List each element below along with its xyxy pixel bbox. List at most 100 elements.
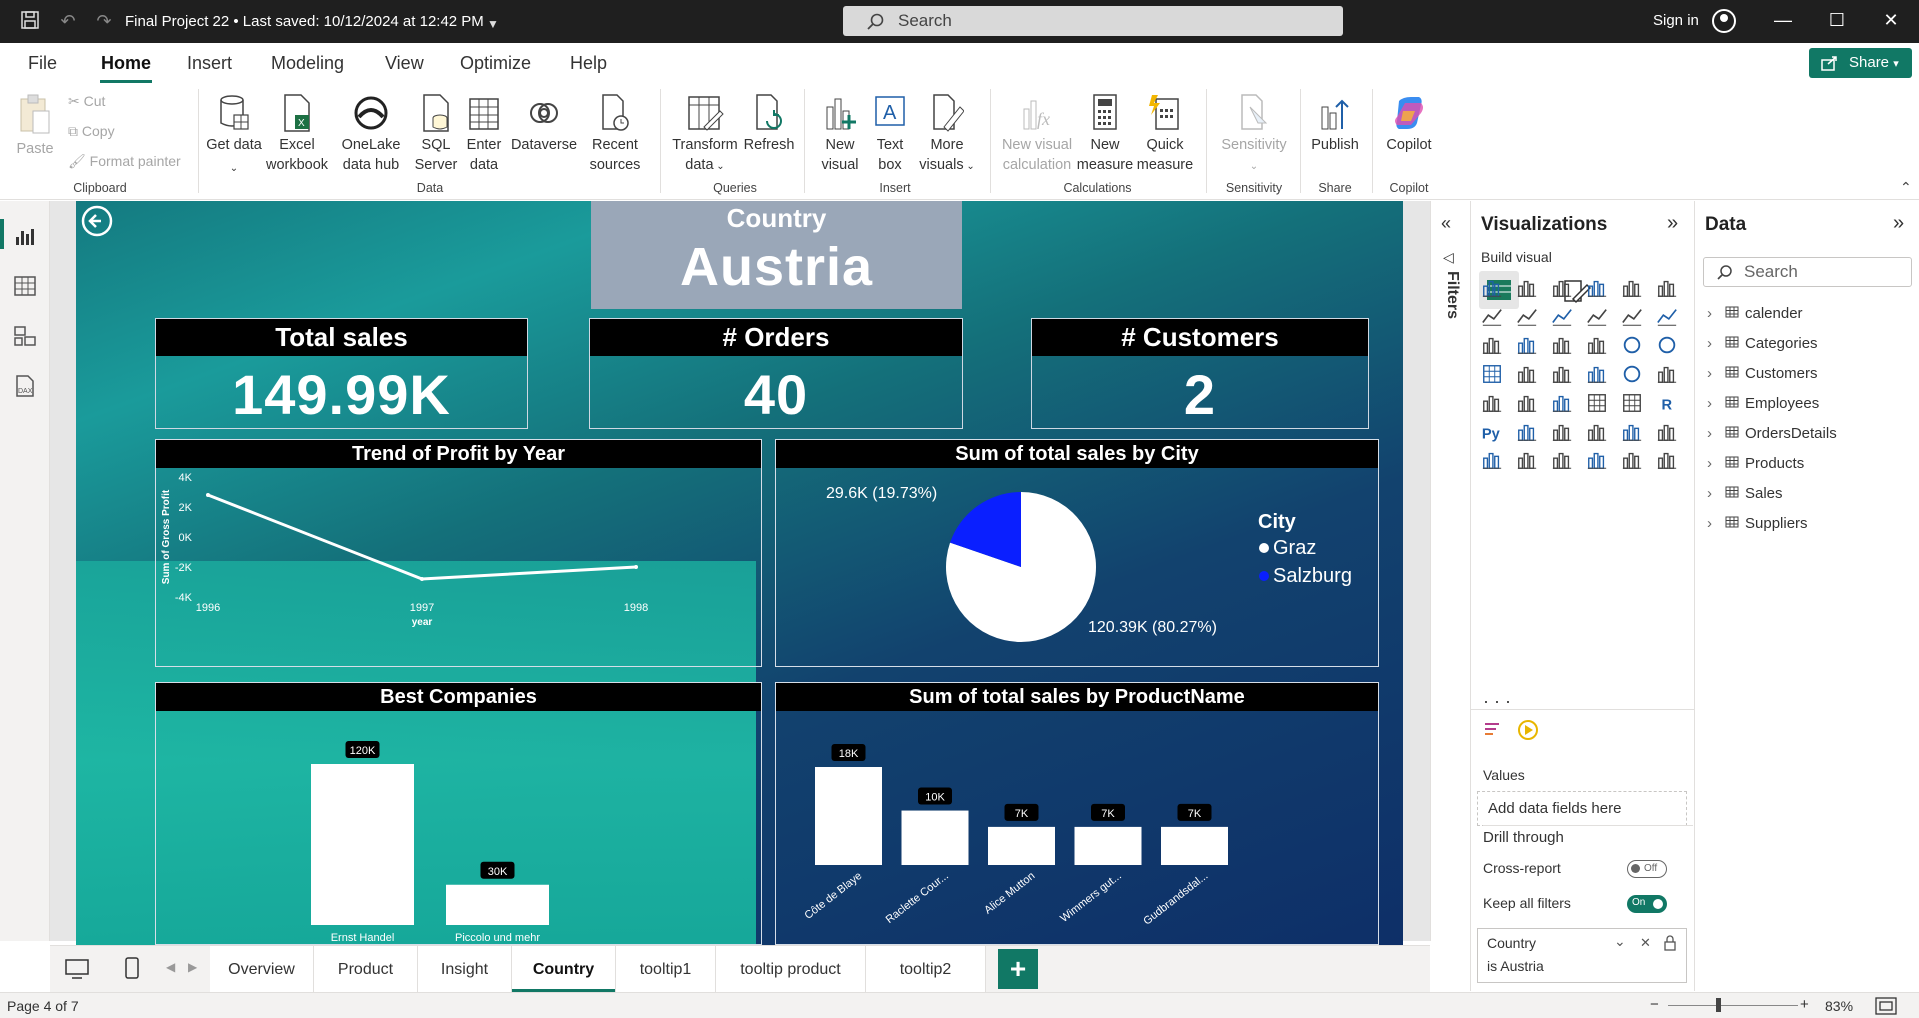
data-table-item[interactable]: › Sales: [1707, 485, 1783, 502]
undo-icon[interactable]: ↶: [56, 10, 80, 32]
data-table-item[interactable]: › Suppliers: [1707, 515, 1808, 532]
line-point[interactable]: [206, 493, 210, 497]
decomposition-tree-icon[interactable]: [1551, 421, 1573, 443]
pie-chart-icon[interactable]: [1621, 334, 1643, 356]
bar[interactable]: [901, 810, 969, 865]
minimize-icon[interactable]: —: [1768, 10, 1798, 31]
data-table-item[interactable]: › OrdersDetails: [1707, 425, 1837, 442]
waterfall-chart-icon[interactable]: [1516, 334, 1538, 356]
tab-product[interactable]: Product: [314, 946, 418, 993]
data-table-item[interactable]: › calender: [1707, 305, 1803, 322]
new-card-icon[interactable]: [1586, 449, 1608, 471]
stacked-bar-chart-icon[interactable]: [1481, 277, 1503, 299]
new-visual-button[interactable]: New visual: [812, 93, 868, 175]
filters-pane-collapsed[interactable]: « ◁ Filters: [1430, 201, 1470, 941]
model-view-icon[interactable]: [12, 323, 38, 349]
profit-trend-chart[interactable]: Trend of Profit by Year 4K 2K 0K -2K -4K 1996…: [155, 439, 762, 667]
new-slicer-icon[interactable]: [1621, 449, 1643, 471]
copilot-button[interactable]: Copilot: [1380, 93, 1438, 155]
menu-file[interactable]: File: [28, 53, 57, 74]
transform-data-button[interactable]: Transform data ⌄: [668, 93, 742, 177]
collapse-ribbon-icon[interactable]: ⌃: [1900, 179, 1912, 196]
customers-card[interactable]: # Customers 2: [1031, 318, 1369, 429]
table-view-icon[interactable]: [12, 273, 38, 299]
bar[interactable]: [446, 884, 549, 925]
format-painter-button[interactable]: 🖌 Format painter: [68, 153, 181, 170]
total-sales-card[interactable]: Total sales 149.99K: [155, 318, 528, 429]
expand-filters-icon[interactable]: «: [1441, 213, 1451, 234]
line-and-stacked-column-chart-icon[interactable]: [1621, 306, 1643, 328]
gauge-icon[interactable]: [1621, 363, 1643, 385]
python-visual-icon[interactable]: Py: [1481, 421, 1503, 443]
sensitivity-button[interactable]: Sensitivity ⌄: [1214, 93, 1294, 177]
desktop-layout-icon[interactable]: [64, 958, 90, 980]
share-button[interactable]: Share ▾: [1809, 48, 1912, 78]
line-point[interactable]: [634, 565, 638, 569]
menu-help[interactable]: Help: [570, 53, 607, 74]
bar[interactable]: [1074, 826, 1142, 865]
treemap-icon[interactable]: [1481, 363, 1503, 385]
legend-item[interactable]: Graz: [1273, 537, 1316, 559]
zoom-slider[interactable]: [1668, 1005, 1798, 1006]
tab-tooltip-product[interactable]: tooltip product: [716, 946, 866, 993]
zoom-slider-thumb[interactable]: [1716, 998, 1721, 1012]
100-stacked-column-chart-icon[interactable]: [1656, 277, 1678, 299]
new-measure-button[interactable]: New measure: [1076, 93, 1134, 175]
tab-tooltip2[interactable]: tooltip2: [866, 946, 986, 993]
area-chart-icon[interactable]: [1516, 306, 1538, 328]
data-table-item[interactable]: › Employees: [1707, 395, 1819, 412]
data-table-item[interactable]: › Products: [1707, 455, 1804, 472]
copy-button[interactable]: ⧉ Copy: [68, 123, 115, 140]
scroll-left-icon[interactable]: ◀: [166, 960, 175, 974]
line-and-clustered-column-chart-icon[interactable]: [1656, 306, 1678, 328]
azure-map-icon[interactable]: [1586, 363, 1608, 385]
more-visuals-icon[interactable]: [1656, 449, 1678, 471]
fit-to-page-icon[interactable]: [1875, 997, 1897, 1015]
close-icon[interactable]: ✕: [1876, 10, 1906, 31]
stacked-column-chart-icon[interactable]: [1516, 277, 1538, 299]
line-chart-icon[interactable]: [1481, 306, 1503, 328]
kpi-icon[interactable]: [1516, 392, 1538, 414]
bar[interactable]: [988, 826, 1055, 865]
new-visual-calculation-button[interactable]: fx New visual calculation: [998, 93, 1076, 175]
cross-report-toggle[interactable]: Off: [1627, 860, 1667, 878]
menu-view[interactable]: View: [385, 53, 424, 74]
100-stacked-area-chart-icon[interactable]: [1586, 306, 1608, 328]
fields-well-icon[interactable]: [1483, 719, 1505, 741]
collapse-data-icon[interactable]: »: [1893, 212, 1904, 235]
best-companies-chart[interactable]: Best Companies 120K Ernst Handel 30K Piccol…: [155, 682, 762, 945]
metrics-icon[interactable]: [1656, 421, 1678, 443]
more-visuals-button[interactable]: More visuals ⌄: [912, 93, 982, 177]
scatter-chart-icon[interactable]: [1586, 334, 1608, 356]
avatar[interactable]: [1712, 9, 1736, 33]
menu-modeling[interactable]: Modeling: [271, 53, 344, 74]
quick-measure-button[interactable]: Quick measure: [1134, 93, 1196, 175]
search-input[interactable]: Search: [843, 6, 1343, 36]
r-visual-icon[interactable]: R: [1656, 392, 1678, 414]
enter-data-button[interactable]: Enter data: [462, 93, 506, 175]
narrative-icon[interactable]: [1621, 421, 1643, 443]
bar[interactable]: [311, 764, 414, 925]
zoom-in-icon[interactable]: +: [1800, 996, 1809, 1013]
table-icon[interactable]: [1586, 392, 1608, 414]
publish-button[interactable]: Publish: [1306, 93, 1364, 155]
menu-insert[interactable]: Insert: [187, 53, 232, 74]
zoom-out-icon[interactable]: −: [1650, 996, 1659, 1013]
city-sales-pie-chart[interactable]: Sum of total sales by City 29.6K (19.73%…: [775, 439, 1379, 667]
clear-filter-icon[interactable]: ✕: [1640, 935, 1651, 951]
collapse-viz-icon[interactable]: »: [1667, 212, 1678, 235]
tab-overview[interactable]: Overview: [210, 946, 314, 993]
chevron-right-icon[interactable]: ›: [1707, 335, 1717, 352]
clustered-bar-chart-icon[interactable]: [1551, 277, 1573, 299]
keep-filters-toggle[interactable]: On: [1627, 895, 1667, 913]
power-automate-icon[interactable]: [1551, 449, 1573, 471]
country-slicer[interactable]: Country Austria: [591, 201, 962, 309]
maximize-icon[interactable]: ☐: [1822, 10, 1852, 31]
product-sales-chart[interactable]: Sum of total sales by ProductName 18K Côt…: [775, 682, 1379, 945]
map-icon[interactable]: [1516, 363, 1538, 385]
chevron-right-icon[interactable]: ›: [1707, 365, 1717, 382]
bar[interactable]: [1161, 826, 1228, 865]
chevron-right-icon[interactable]: ›: [1707, 395, 1717, 412]
scroll-right-icon[interactable]: ▶: [188, 960, 197, 974]
paste-button[interactable]: Paste: [10, 93, 60, 159]
